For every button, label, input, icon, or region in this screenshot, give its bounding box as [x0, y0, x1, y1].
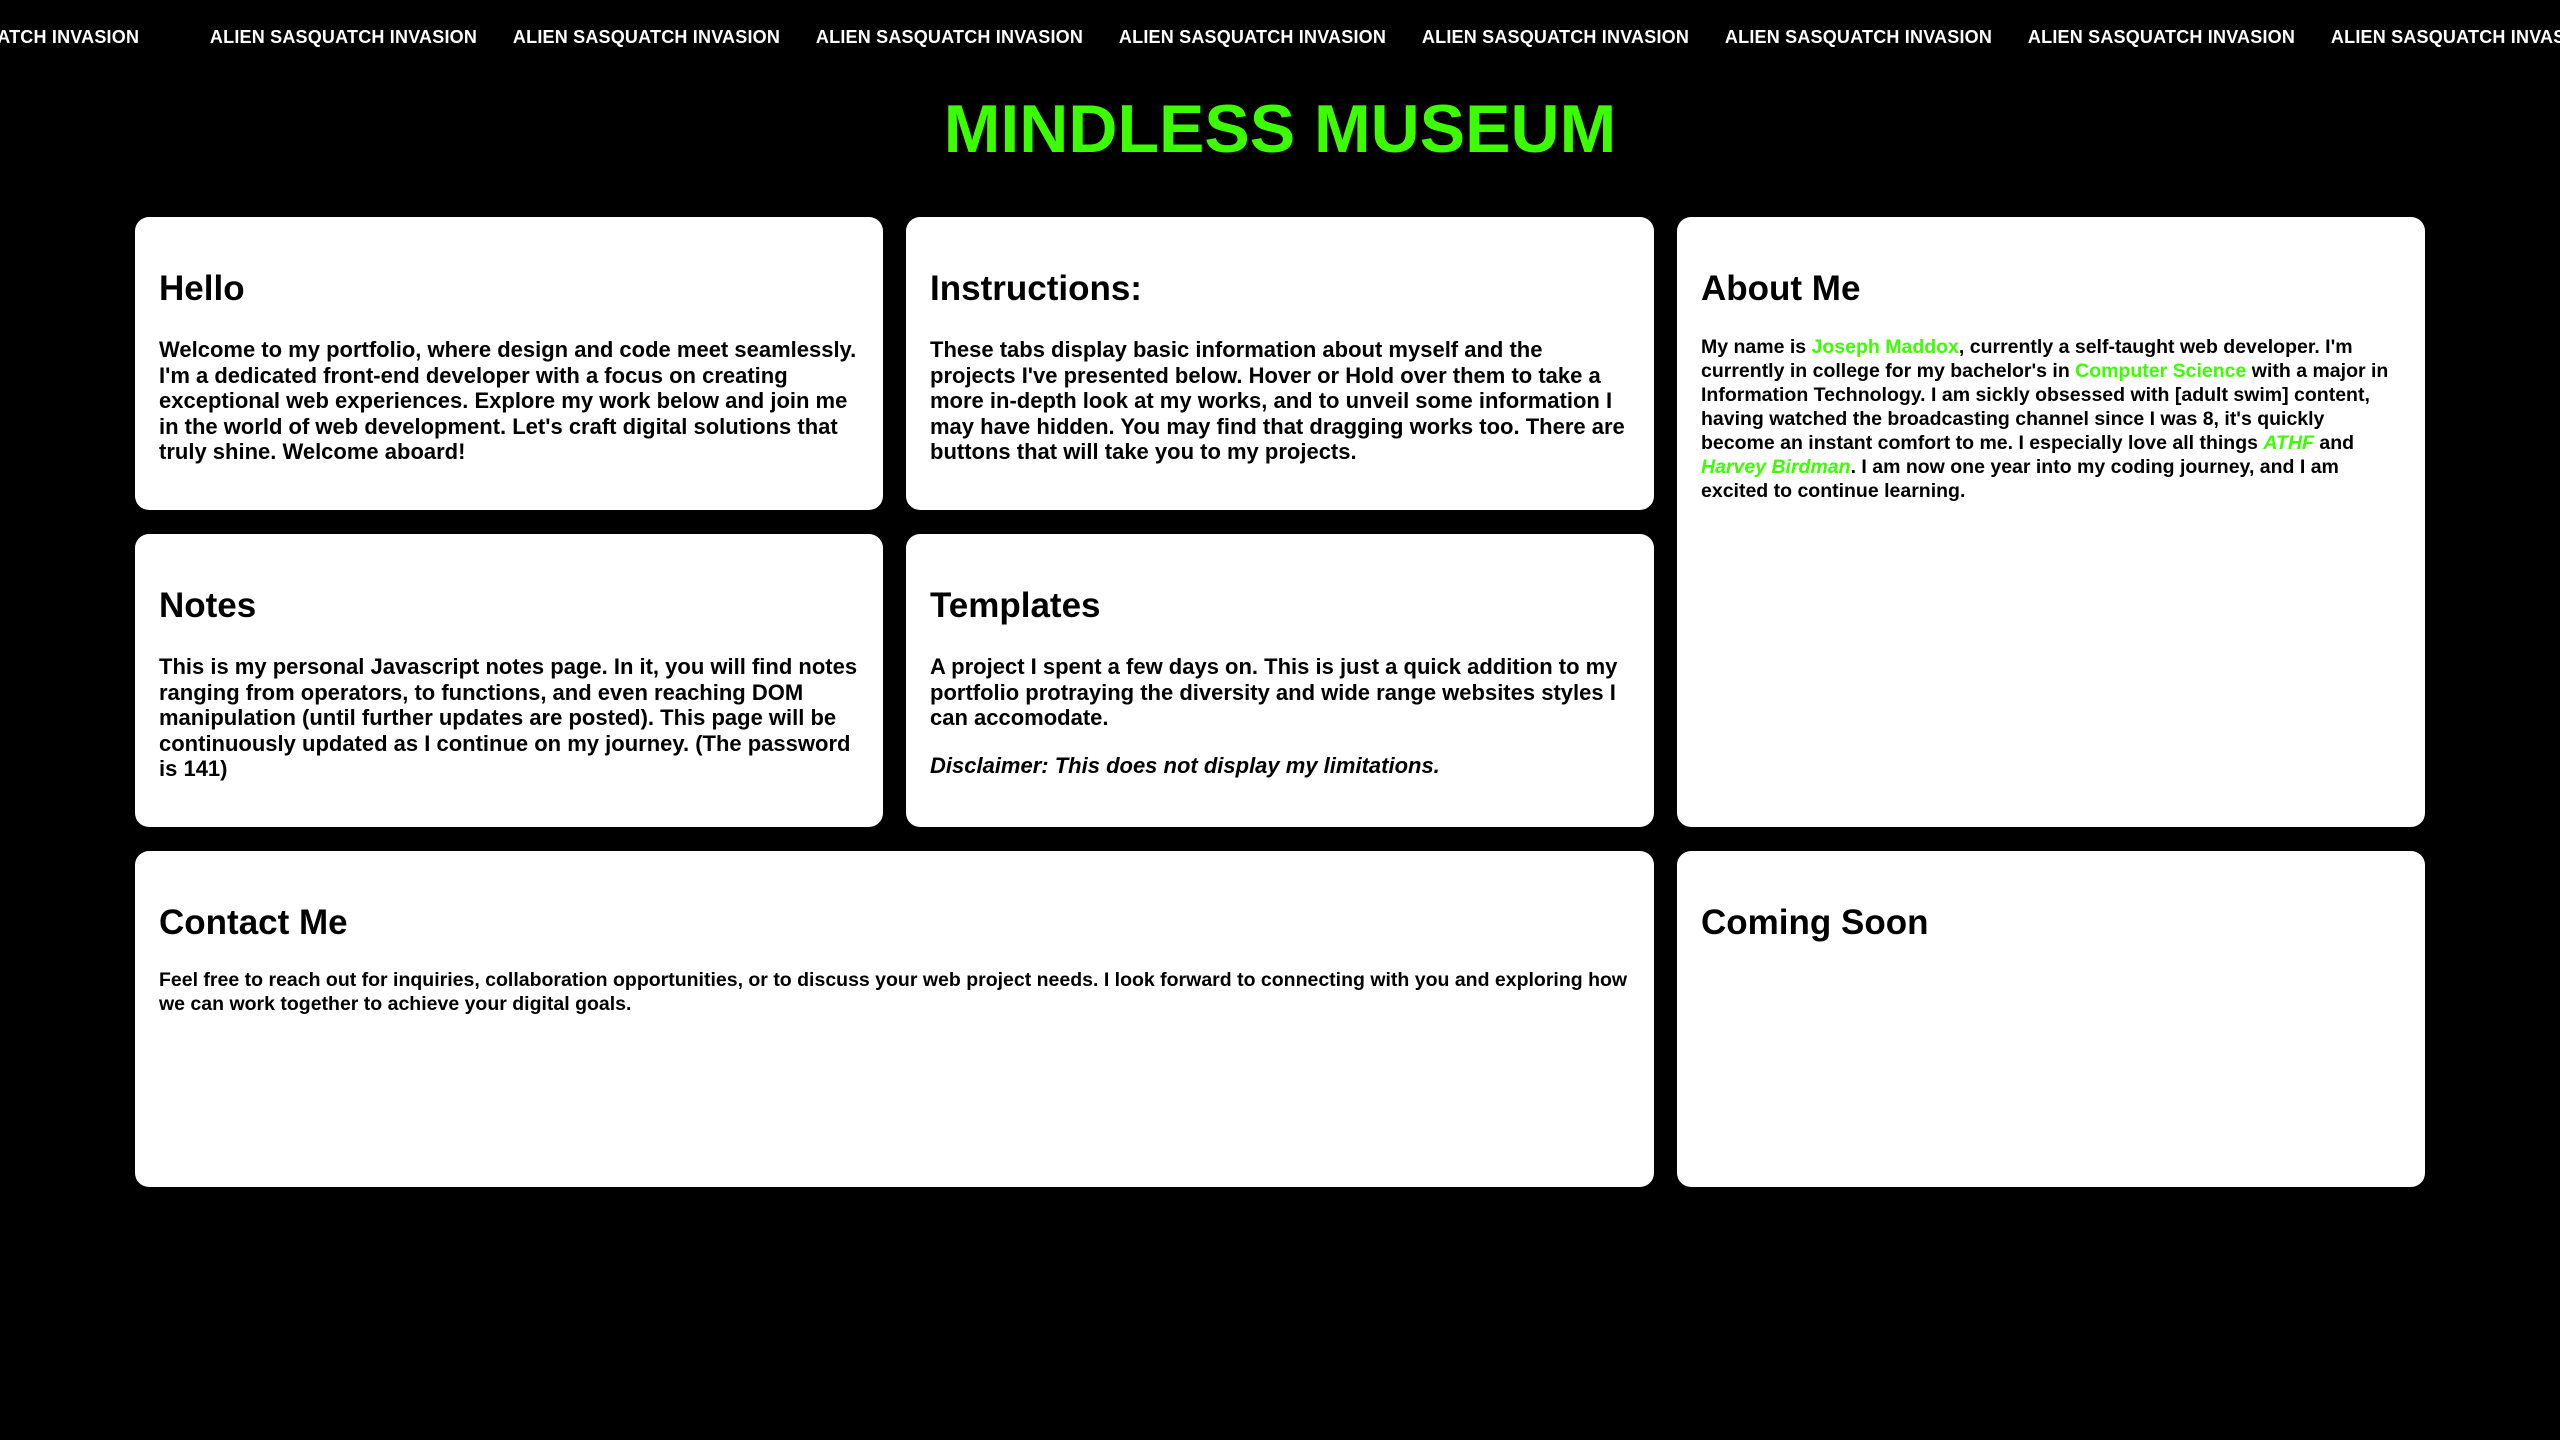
marquee-banner: ALIEN SASQUATCH INVASION ALIEN SASQUATCH… [0, 0, 2560, 80]
marquee-item: ALIEN SASQUATCH INVASION [512, 27, 781, 47]
marquee-item: ALIEN SASQUATCH INVASION [1421, 27, 1690, 47]
templates-disclaimer: Disclaimer: This does not display my lim… [930, 753, 1440, 778]
card-body: These tabs display basic information abo… [930, 337, 1625, 464]
about-text: and [2313, 432, 2355, 454]
about-degree-highlight: Computer Science [2075, 360, 2247, 382]
card-body: A project I spent a few days on. This is… [930, 654, 1618, 730]
card-notes[interactable]: Notes This is my personal Javascript not… [135, 534, 883, 827]
card-body: My name is Joseph Maddox, currently a se… [1701, 335, 2401, 503]
marquee-item: ALIEN SASQUATCH INVASION [815, 27, 1084, 47]
card-hello[interactable]: Hello Welcome to my portfolio, where des… [135, 217, 883, 510]
card-contact-me[interactable]: Contact Me Feel free to reach out for in… [135, 851, 1654, 1187]
marquee-item: ALIEN SASQUATCH INVASION [1724, 27, 1993, 47]
card-title: Coming Soon [1701, 903, 1929, 942]
about-show-harvey-birdman: Harvey Birdman [1701, 456, 1851, 478]
card-coming-soon[interactable]: Coming Soon [1677, 851, 2425, 1187]
card-title: Instructions: [930, 269, 1142, 308]
marquee-item: ALIEN SASQUATCH INVASION [2330, 27, 2560, 47]
card-body: Welcome to my portfolio, where design an… [159, 337, 857, 464]
card-title: Contact Me [159, 903, 348, 942]
marquee-item: ALIEN SASQUATCH INVASION [0, 27, 140, 47]
card-about-me[interactable]: About Me My name is Joseph Maddox, curre… [1677, 217, 2425, 827]
card-title: About Me [1701, 269, 1861, 308]
card-title: Notes [159, 586, 257, 625]
page-title: MINDLESS MUSEUM [943, 91, 1617, 167]
card-body: Feel free to reach out for inquiries, co… [159, 969, 1628, 1015]
marquee-item: ALIEN SASQUATCH INVASION [209, 27, 478, 47]
card-body: This is my personal Javascript notes pag… [159, 654, 858, 781]
card-instructions[interactable]: Instructions: These tabs display basic i… [906, 217, 1654, 510]
card-title: Hello [159, 269, 245, 308]
marquee-item: ALIEN SASQUATCH INVASION [2027, 27, 2296, 47]
card-title: Templates [930, 586, 1101, 625]
card-templates[interactable]: Templates A project I spent a few days o… [906, 534, 1654, 827]
marquee-item: ALIEN SASQUATCH INVASION [1118, 27, 1387, 47]
about-name-highlight: Joseph Maddox [1811, 336, 1959, 358]
marquee-track: ALIEN SASQUATCH INVASION ALIEN SASQUATCH… [0, 27, 2560, 48]
about-show-athf: ATHF [2263, 432, 2314, 454]
about-text: My name is [1701, 336, 1812, 358]
